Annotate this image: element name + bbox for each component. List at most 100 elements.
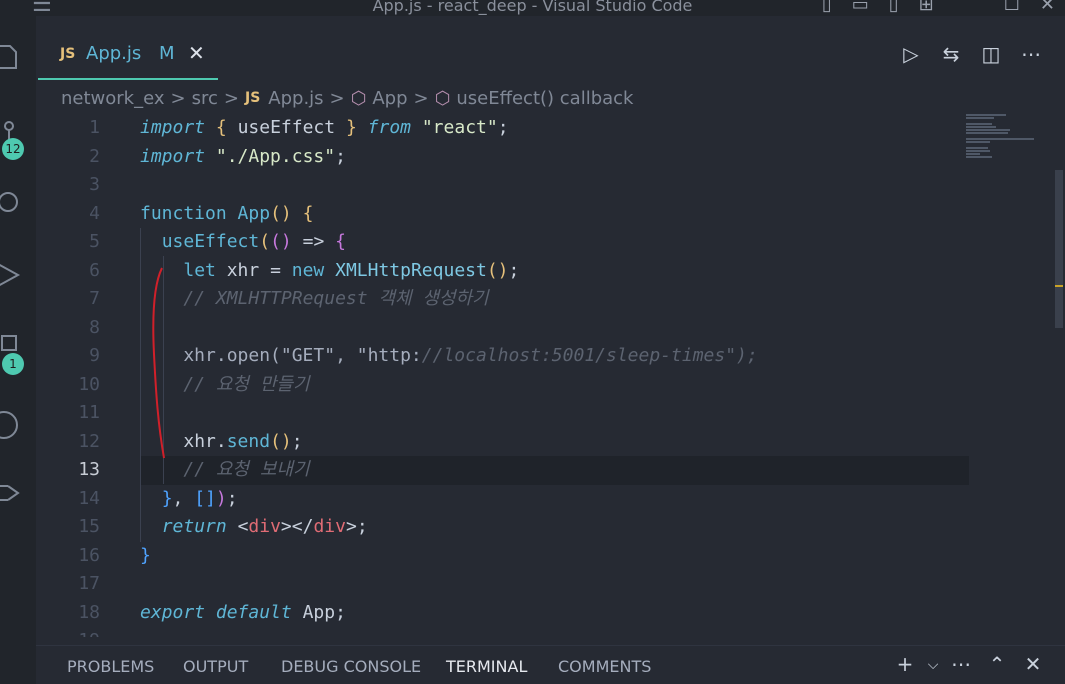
bottom-panel: PROBLEMS OUTPUT DEBUG CONSOLE TERMINAL C… xyxy=(36,645,1065,684)
code-line[interactable]: 3 xyxy=(36,171,1065,200)
line-code: return <div></div>; xyxy=(161,516,368,537)
javascript-file-icon: JS xyxy=(60,46,76,62)
line-code: // XMLHTTPRequest 객체 생성하기 xyxy=(183,288,489,309)
window-controls: ▯ ▭ ▯ ⊞ ☐ ✕ xyxy=(812,0,1065,15)
line-number: 5 xyxy=(89,231,100,252)
source-control-badge: 12 xyxy=(2,138,24,160)
split-editor-icon[interactable]: ◫ xyxy=(971,42,1011,66)
code-line[interactable]: 19 xyxy=(36,627,1065,637)
symbol-cube-icon: ⬡ xyxy=(434,87,451,109)
line-number: 3 xyxy=(89,174,100,195)
line-number: 13 xyxy=(78,459,100,480)
line-number: 12 xyxy=(78,430,100,452)
code-line[interactable]: 13 // 요청 보내기 xyxy=(36,456,1065,485)
code-line[interactable]: 5 useEffect(() => { xyxy=(36,228,1065,257)
run-icon[interactable]: ▷ xyxy=(891,42,931,66)
toggle-secondary-sidebar-icon[interactable]: ▯ xyxy=(889,0,899,15)
modified-indicator: M xyxy=(159,43,175,64)
code-line[interactable]: 9 xhr.open("GET", "http://localhost:5001… xyxy=(36,342,1065,371)
line-number: 6 xyxy=(89,259,100,281)
line-code: useEffect(() => { xyxy=(161,231,346,252)
code-line[interactable]: 7 // XMLHTTPRequest 객체 생성하기 xyxy=(36,285,1065,314)
breadcrumb-item-app[interactable]: App xyxy=(372,88,407,109)
line-number: 11 xyxy=(78,402,100,423)
line-number: 1 xyxy=(89,117,100,138)
code-line[interactable]: 14 }, []); xyxy=(36,485,1065,514)
toggle-panel-icon[interactable]: ▭ xyxy=(852,0,869,15)
code-line[interactable]: 8 xyxy=(36,314,1065,343)
code-editor[interactable]: 1 import { useEffect } from "react"; 2 impo… xyxy=(36,114,1065,637)
chevron-down-icon[interactable]: ⌵ xyxy=(923,652,943,678)
code-line[interactable]: 4 function App() { xyxy=(36,200,1065,229)
breadcrumb-item-app-js[interactable]: App.js xyxy=(268,88,323,109)
chevron-right-icon: > xyxy=(413,87,429,109)
more-actions-icon[interactable]: ⋯ xyxy=(1011,42,1051,66)
breadcrumb-item-network-ex[interactable]: network_ex xyxy=(61,88,165,109)
vertical-scrollbar[interactable] xyxy=(1055,170,1063,328)
tab-app-js[interactable]: JS App.js M ✕ xyxy=(38,36,218,80)
line-number: 8 xyxy=(89,316,100,338)
line-number: 14 xyxy=(78,487,100,509)
panel-actions: + ⌵ ⋯ ⌃ ✕ xyxy=(887,652,1051,678)
javascript-file-icon: JS xyxy=(244,90,261,106)
maximize-panel-icon[interactable]: ⌃ xyxy=(979,652,1015,678)
title-bar: ☰ App.js - react_deep - Visual Studio Co… xyxy=(0,0,1065,17)
line-number: 2 xyxy=(89,145,100,167)
search-icon[interactable] xyxy=(0,188,22,218)
code-line[interactable]: 10 // 요청 만들기 xyxy=(36,371,1065,400)
explorer-icon[interactable] xyxy=(0,42,22,72)
code-line[interactable]: 2 import "./App.css"; xyxy=(36,143,1065,172)
new-terminal-icon[interactable]: + xyxy=(887,652,923,678)
customize-layout-icon[interactable]: ⊞ xyxy=(919,0,934,15)
code-line[interactable]: 17 xyxy=(36,570,1065,599)
compare-changes-icon[interactable]: ⇆ xyxy=(931,42,971,66)
tab-problems[interactable]: PROBLEMS xyxy=(67,657,154,676)
line-number: 4 xyxy=(89,202,100,224)
line-number: 16 xyxy=(78,544,100,566)
scrollbar-marker xyxy=(1055,285,1063,287)
tab-debug-console[interactable]: DEBUG CONSOLE xyxy=(281,657,421,676)
code-line[interactable]: 16} xyxy=(36,542,1065,571)
chevron-right-icon: > xyxy=(223,87,239,109)
more-actions-icon[interactable]: ⋯ xyxy=(943,652,979,678)
tab-label: App.js xyxy=(86,43,142,64)
chevron-right-icon: > xyxy=(170,87,186,109)
editor-actions: ▷ ⇆ ◫ ⋯ xyxy=(891,42,1051,66)
line-code: import "./App.css"; xyxy=(140,145,346,167)
line-code: }, []); xyxy=(161,487,238,509)
close-panel-icon[interactable]: ✕ xyxy=(1015,652,1051,678)
code-line[interactable]: 15 return <div></div>; xyxy=(36,513,1065,542)
activity-bar: 12 1 xyxy=(0,16,36,684)
close-icon[interactable]: ✕ xyxy=(188,41,205,65)
line-code: let xhr = new XMLHttpRequest(); xyxy=(183,259,520,281)
close-window-button[interactable]: ✕ xyxy=(1040,0,1055,15)
chevron-right-icon: > xyxy=(329,87,345,109)
code-line[interactable]: 1 import { useEffect } from "react"; xyxy=(36,114,1065,143)
breadcrumb-item-src[interactable]: src xyxy=(192,88,218,109)
toggle-primary-sidebar-icon[interactable]: ▯ xyxy=(822,0,832,15)
remote-explorer-icon[interactable] xyxy=(0,478,22,508)
code-line[interactable]: 11 xyxy=(36,399,1065,428)
tab-output[interactable]: OUTPUT xyxy=(183,657,248,676)
line-number: 10 xyxy=(78,373,100,395)
line-code: function App() { xyxy=(140,202,314,224)
breadcrumb: network_ex > src > JS App.js > ⬡ App > ⬡… xyxy=(61,86,633,110)
maximize-button[interactable]: ☐ xyxy=(1004,0,1020,15)
code-line[interactable]: 12 xhr.send(); xyxy=(36,428,1065,457)
line-number: 9 xyxy=(89,345,100,366)
extensions-badge: 1 xyxy=(2,353,24,375)
line-code: export default App; xyxy=(140,601,346,623)
code-line[interactable]: 18 export default App; xyxy=(36,599,1065,628)
line-number: 19 xyxy=(36,627,100,637)
tab-comments[interactable]: COMMENTS xyxy=(558,657,651,676)
line-number: 7 xyxy=(89,288,100,309)
symbol-cube-icon: ⬡ xyxy=(350,87,367,109)
tab-terminal[interactable]: TERMINAL xyxy=(446,657,527,676)
minimap[interactable] xyxy=(966,114,1046,174)
minimize-button[interactable] xyxy=(954,0,984,15)
github-icon[interactable] xyxy=(0,410,22,440)
breadcrumb-item-useeffect-callback[interactable]: useEffect() callback xyxy=(456,88,633,109)
run-debug-icon[interactable] xyxy=(0,260,22,290)
code-line[interactable]: 6 let xhr = new XMLHttpRequest(); xyxy=(36,257,1065,286)
line-code: import { useEffect } from "react"; xyxy=(140,117,509,138)
